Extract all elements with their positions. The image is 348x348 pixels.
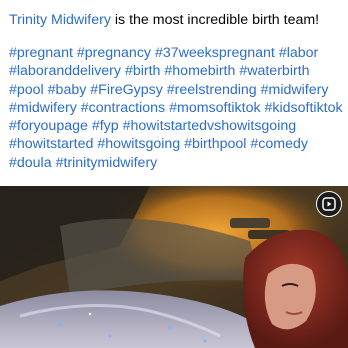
- hashtag-link[interactable]: #contractions: [81, 100, 165, 116]
- hashtag-link[interactable]: #midwifery: [261, 82, 329, 98]
- hashtag-link[interactable]: #laboranddelivery: [9, 63, 121, 79]
- hashtag-link[interactable]: #foryoupage: [9, 118, 88, 134]
- hashtag-link[interactable]: #pregnant: [9, 45, 73, 61]
- hashtag-link[interactable]: #37weekspregnant: [155, 45, 275, 61]
- hashtag-link[interactable]: #labor: [279, 45, 318, 61]
- reels-icon[interactable]: [316, 191, 342, 217]
- hashtag-link[interactable]: #howitstarted: [9, 136, 93, 152]
- hashtag-link[interactable]: #comedy: [250, 136, 308, 152]
- hashtag-link[interactable]: #waterbirth: [239, 63, 309, 79]
- post-caption: Trinity Midwifery is the most incredible…: [9, 10, 343, 30]
- post-text: Trinity Midwifery is the most incredible…: [9, 10, 343, 172]
- hashtag-list: #pregnant #pregnancy #37weekspregnant #l…: [9, 44, 343, 172]
- hashtag-link[interactable]: #momsoftiktok: [169, 100, 260, 116]
- mention-link[interactable]: Trinity Midwifery: [9, 12, 111, 28]
- video-player[interactable]: [0, 186, 348, 348]
- hashtag-link[interactable]: #pool: [9, 82, 44, 98]
- reels-glyph: [322, 197, 336, 211]
- hashtag-link[interactable]: #howitsgoing: [97, 136, 180, 152]
- hashtag-link[interactable]: #reelstrending: [167, 82, 257, 98]
- hashtag-link[interactable]: #birthpool: [184, 136, 246, 152]
- video-frame: [0, 186, 348, 348]
- hashtag-link[interactable]: #howitstartedvshowitsgoing: [123, 118, 297, 134]
- hashtag-link[interactable]: #FireGypsy: [90, 82, 163, 98]
- hashtag-link[interactable]: #homebirth: [164, 63, 235, 79]
- hashtag-link[interactable]: #birth: [125, 63, 161, 79]
- hashtag-link[interactable]: #baby: [48, 82, 87, 98]
- hashtag-link[interactable]: #pregnancy: [77, 45, 151, 61]
- hashtag-link[interactable]: #kidsoftiktok: [265, 100, 343, 116]
- hashtag-link[interactable]: #trinitymidwifery: [56, 155, 158, 171]
- hashtag-link[interactable]: #midwifery: [9, 100, 77, 116]
- hashtag-link[interactable]: #doula: [9, 155, 52, 171]
- caption-text: is the most incredible birth team!: [110, 12, 320, 28]
- hashtag-link[interactable]: #fyp: [92, 118, 119, 134]
